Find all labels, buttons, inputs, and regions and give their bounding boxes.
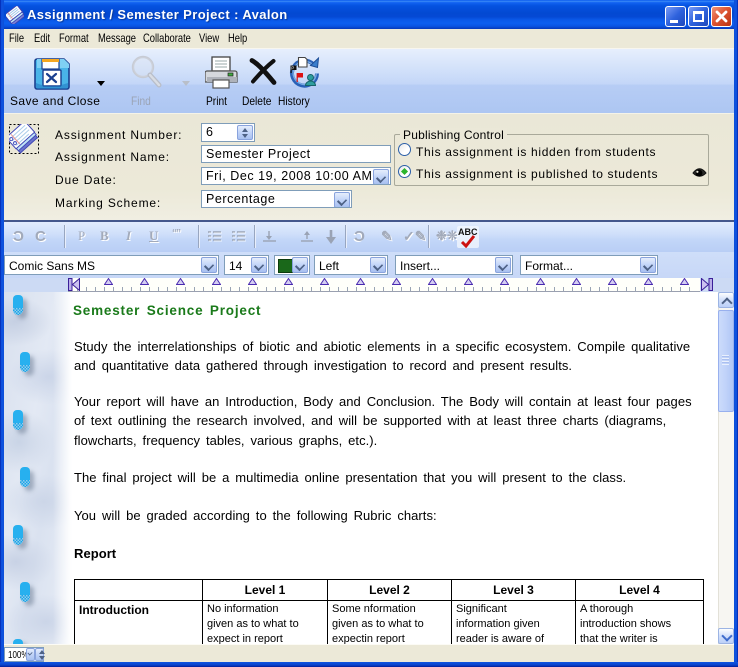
svg-text:P: P: [291, 66, 294, 71]
